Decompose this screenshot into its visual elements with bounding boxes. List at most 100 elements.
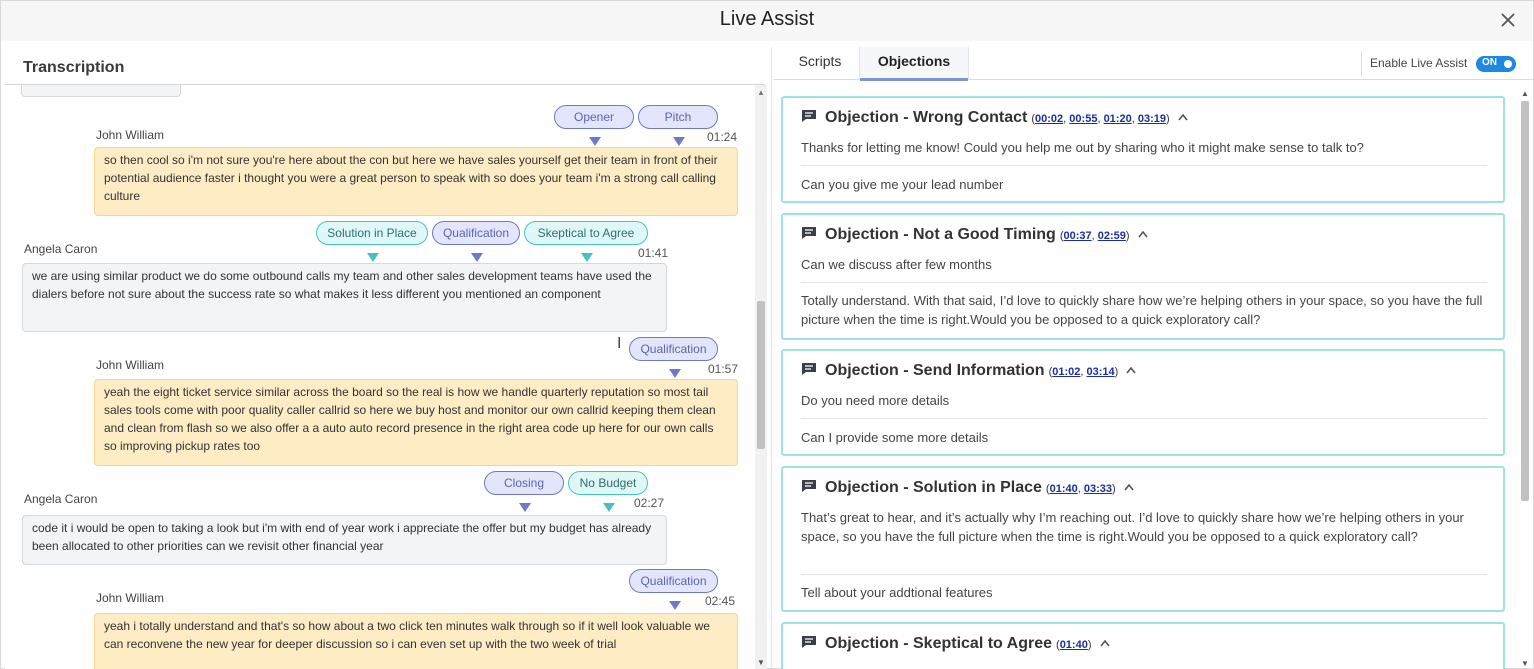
answer-divider — [801, 165, 1487, 166]
objection-answer: Totally understand. With that said, I’d … — [801, 293, 1483, 327]
objection-refs: (01:40) — [1056, 639, 1092, 651]
chevron-up-icon[interactable] — [1099, 639, 1110, 647]
objection-answer: Tell about your addtional features — [801, 585, 993, 600]
objection-title: Objection - Solution in Place — [825, 479, 1042, 496]
objection-refs: (01:02, 03:14) — [1048, 366, 1119, 378]
scroll-down-icon[interactable]: ▼ — [1521, 659, 1529, 668]
message-time: 01:24 — [707, 130, 738, 144]
tag-label: Solution in Place — [327, 226, 417, 240]
ref-link[interactable]: 03:19 — [1138, 113, 1166, 125]
tag-label: Qualification — [640, 342, 707, 356]
tag-no-budget[interactable]: No Budget — [568, 471, 648, 512]
transcription-header: Transcription — [5, 47, 765, 85]
comment-icon — [802, 363, 816, 375]
answer-divider — [801, 574, 1487, 575]
ref-link[interactable]: 01:40 — [1060, 639, 1088, 651]
chevron-up-icon[interactable] — [1126, 366, 1136, 374]
objection-header[interactable]: Objection - Send Information (01:02, 03:1… — [801, 362, 1136, 380]
live-assist-label: Enable Live Assist — [1370, 56, 1468, 70]
objection-refs: (01:40, 03:33) — [1045, 483, 1116, 495]
objection-title: Objection - Wrong Contact — [825, 109, 1028, 126]
tag-opener[interactable]: Opener — [554, 105, 634, 146]
message-time: 02:27 — [634, 496, 665, 510]
message-bubble-agent: so then cool so i'm not sure you're here… — [94, 147, 738, 216]
scroll-down-icon[interactable]: ▼ — [757, 658, 765, 667]
tag-label: Closing — [503, 476, 545, 490]
speaker-name: Angela Caron — [24, 242, 98, 256]
objection-header[interactable]: Objection - Solution in Place (01:40, 03:… — [801, 479, 1134, 497]
speaker-name: John William — [96, 358, 165, 372]
ref-link[interactable]: 01:20 — [1104, 113, 1132, 125]
objection-card: Objection - Not a Good Timing (00:37, 02:… — [781, 213, 1505, 340]
tag-label: Pitch — [664, 110, 692, 124]
close-icon[interactable] — [1499, 11, 1517, 29]
ref-link[interactable]: 01:02 — [1052, 366, 1080, 378]
tag-skeptical-to-agree[interactable]: Skeptical to Agree — [524, 221, 648, 262]
chevron-up-icon[interactable] — [1124, 483, 1134, 491]
tag-solution-in-place[interactable]: Solution in Place — [316, 221, 428, 262]
objection-card: Objection - Solution in Place (01:40, 03:… — [781, 466, 1505, 612]
tag-label: Qualification — [442, 226, 510, 240]
message-bubble-agent: yeah i totally understand and that's so … — [94, 613, 738, 669]
ref-link[interactable]: 00:02 — [1035, 113, 1063, 125]
objection-refs: (00:37, 02:59) — [1059, 230, 1130, 242]
tag-qualification[interactable]: Qualification — [432, 221, 520, 262]
toggle-state: ON — [1482, 57, 1497, 68]
ref-link[interactable]: 00:55 — [1069, 113, 1097, 125]
live-assist-toggle[interactable]: ON — [1476, 56, 1516, 72]
tag-closing[interactable]: Closing — [484, 471, 564, 512]
ref-link[interactable]: 00:37 — [1063, 230, 1091, 242]
comment-icon — [802, 636, 816, 648]
comment-icon — [802, 110, 816, 122]
objection-header[interactable]: Objection - Not a Good Timing (00:37, 02:… — [801, 226, 1148, 244]
scrollbar-thumb[interactable] — [1521, 101, 1529, 501]
tab-objections[interactable]: Objections — [859, 47, 969, 81]
answer-divider — [801, 282, 1487, 283]
transcript-scrollbar[interactable]: ▲ ▼ — [755, 85, 767, 669]
tag-qualification[interactable]: Qualification — [629, 569, 718, 610]
tag-label: No Budget — [579, 476, 637, 490]
ref-link[interactable]: 02:59 — [1098, 230, 1126, 242]
speaker-name: John William — [96, 128, 165, 142]
objection-title: Objection - Send Information — [825, 362, 1045, 379]
objection-header[interactable]: Objection - Skeptical to Agree (01:40) — [801, 635, 1110, 653]
assist-tabs: Scripts Objections Enable Live Assist ON — [773, 47, 1533, 81]
tab-scripts[interactable]: Scripts — [781, 47, 859, 80]
chevron-up-icon[interactable] — [1178, 113, 1188, 121]
message-bubble-customer: code it i would be open to taking a look… — [22, 515, 667, 565]
ref-link[interactable]: 01:40 — [1050, 483, 1078, 495]
comment-icon — [802, 480, 816, 492]
panel-divider[interactable] — [771, 47, 772, 669]
tag-label: Qualification — [640, 574, 707, 588]
transcript-list[interactable]: Opener Pitch John William 01:24 so then … — [5, 85, 753, 669]
scrollbar-thumb[interactable] — [757, 301, 765, 449]
objection-card: Objection - Send Information (01:02, 03:1… — [781, 349, 1505, 456]
title-bar: Live Assist — [1, 1, 1533, 41]
window-title: Live Assist — [719, 8, 815, 30]
tag-label: Skeptical to Agree — [537, 226, 635, 240]
tag-qualification[interactable]: Qualification — [629, 337, 718, 378]
objection-scrollbar[interactable]: ▲ ▼ — [1519, 89, 1531, 669]
message-time: 01:57 — [708, 362, 739, 376]
tag-pitch[interactable]: Pitch — [638, 105, 718, 146]
live-assist-window: Live Assist Transcription Opener Pitch J… — [0, 0, 1534, 669]
objection-answer: Do you need more details — [801, 393, 950, 408]
comment-icon — [802, 227, 816, 239]
message-bubble-agent: yeah the eight ticket service similar ac… — [94, 379, 738, 466]
message-time: 01:41 — [638, 246, 669, 260]
objection-list[interactable]: Objection - Wrong Contact (00:02, 00:55, … — [781, 95, 1506, 669]
objection-answer: Can we discuss after few months — [801, 257, 992, 272]
scroll-up-icon[interactable]: ▲ — [757, 88, 765, 97]
chevron-up-icon[interactable] — [1137, 230, 1148, 238]
message-time: 02:45 — [705, 594, 736, 608]
objection-answer: That’s great to hear, and it’s actually … — [801, 510, 1464, 544]
scroll-up-icon[interactable]: ▲ — [1521, 89, 1529, 98]
ref-link[interactable]: 03:14 — [1087, 366, 1115, 378]
objection-title: Objection - Not a Good Timing — [825, 226, 1056, 243]
toggle-knob — [1504, 60, 1512, 68]
ref-link[interactable]: 03:33 — [1084, 483, 1112, 495]
assist-panel: Scripts Objections Enable Live Assist ON… — [773, 47, 1533, 669]
objection-header[interactable]: Objection - Wrong Contact (00:02, 00:55, … — [801, 109, 1188, 127]
objection-title: Objection - Skeptical to Agree — [825, 635, 1053, 652]
objection-card: Objection - Wrong Contact (00:02, 00:55, … — [781, 96, 1505, 203]
